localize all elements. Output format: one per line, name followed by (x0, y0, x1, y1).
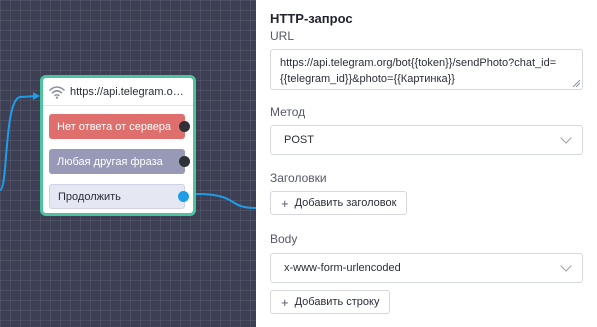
body-label: Body (270, 232, 298, 246)
method-value: POST (284, 134, 314, 146)
method-label: Метод (270, 105, 306, 119)
node-row-label: Продолжить (58, 190, 121, 203)
add-row-button[interactable]: + Добавить строку (270, 290, 391, 314)
chevron-down-icon (560, 132, 572, 144)
add-row-label: Добавить строку (294, 296, 380, 308)
url-label: URL (270, 29, 295, 43)
panel-title: HTTP-запрос (270, 11, 353, 26)
outgoing-connection-line (195, 193, 256, 209)
add-header-button[interactable]: + Добавить заголовок (270, 191, 408, 215)
plus-icon: + (281, 294, 289, 310)
wifi-icon (49, 85, 65, 99)
node-row-any-other-phrase[interactable]: Любая другая фраза (49, 149, 190, 174)
resize-grip-icon[interactable] (573, 80, 580, 87)
body-type-select[interactable]: x-www-form-urlencoded (270, 253, 583, 283)
node-title: https://api.telegram.org/... (70, 85, 187, 98)
node-header[interactable]: https://api.telegram.org/... (43, 78, 193, 106)
node-row-no-response[interactable]: Нет ответа от сервера (49, 114, 190, 139)
output-port[interactable] (179, 156, 190, 167)
add-header-label: Добавить заголовок (294, 197, 397, 209)
node-row-continue[interactable]: Продолжить (49, 184, 189, 209)
url-textarea[interactable]: https://api.telegram.org/bot{{token}}/se… (270, 49, 583, 90)
output-port[interactable] (179, 121, 190, 132)
incoming-connection-line (0, 95, 39, 191)
url-value: https://api.telegram.org/bot{{token}}/se… (280, 57, 557, 85)
http-request-node[interactable]: https://api.telegram.org/... Нет ответа … (40, 75, 196, 216)
output-port-connected[interactable] (178, 191, 189, 202)
properties-panel: HTTP-запрос URL https://api.telegram.org… (256, 0, 597, 327)
method-select[interactable]: POST (270, 125, 583, 155)
flow-canvas[interactable]: https://api.telegram.org/... Нет ответа … (0, 0, 256, 327)
headers-label: Заголовки (270, 171, 327, 185)
body-type-value: x-www-form-urlencoded (284, 262, 401, 274)
plus-icon: + (281, 195, 289, 211)
incoming-arrow-icon (33, 92, 40, 100)
chevron-down-icon (560, 260, 572, 272)
node-row-label: Нет ответа от сервера (57, 120, 172, 133)
node-row-label: Любая другая фраза (57, 155, 163, 168)
